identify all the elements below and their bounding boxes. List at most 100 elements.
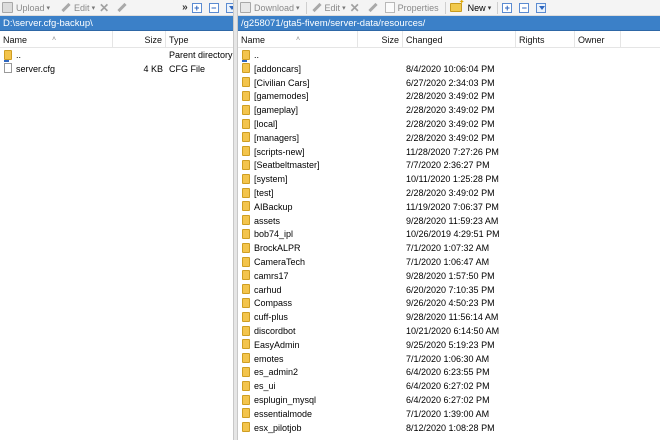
file-name: [managers] [254,132,300,143]
rename-icon [367,2,378,13]
list-item[interactable]: Compass 9/26/2020 4:50:23 PM [238,296,660,310]
column-header-owner[interactable]: Owner [575,31,621,48]
file-name-cell: CameraTech [242,255,357,269]
list-item[interactable]: camrs17 9/28/2020 1:57:50 PM [238,269,660,283]
remote-collapse-button[interactable]: − [519,2,532,13]
properties-button[interactable]: Properties [384,2,439,13]
new-button[interactable]: New ▾ [449,0,491,13]
folder-icon [242,339,250,350]
list-item[interactable]: [Civilian Cars] 6/27/2020 2:34:03 PM [238,76,660,90]
list-item[interactable]: esplugin_mysql 6/4/2020 6:27:02 PM [238,393,660,407]
list-item[interactable]: CameraTech 7/1/2020 1:06:47 AM [238,255,660,269]
list-item[interactable]: discordbot 10/21/2020 6:14:50 AM [238,324,660,338]
list-item[interactable]: [local] 2/28/2020 3:49:02 PM [238,117,660,131]
list-item[interactable]: [gameplay] 2/28/2020 3:49:02 PM [238,103,660,117]
file-name-cell: [Civilian Cars] [242,76,357,90]
download-button[interactable]: Download ▾ [240,2,300,13]
list-item[interactable]: BrockALPR 7/1/2020 1:07:32 AM [238,241,660,255]
local-edit-button[interactable]: Edit ▾ [60,2,95,13]
file-name: Compass [254,298,293,309]
folder-icon [242,132,250,143]
file-changed: 6/4/2020 6:23:55 PM [406,367,490,378]
list-item[interactable]: [scripts-new] 11/28/2020 7:27:26 PM [238,145,660,159]
up-folder-icon [242,49,250,62]
file-name: [Seatbeltmaster] [254,160,320,171]
list-item[interactable]: AIBackup 11/19/2020 7:06:37 PM [238,200,660,214]
column-header-size[interactable]: Size [358,31,403,48]
properties-label: Properties [397,2,439,13]
delete-icon: ✕ [349,0,360,15]
edit-icon [60,2,71,13]
column-header-type[interactable]: Type [166,31,233,48]
list-item[interactable]: .. [238,48,660,62]
column-size-label: Size [381,35,399,45]
minus-icon: − [519,2,530,13]
file-name: [gameplay] [254,105,299,116]
file-changed: 2/28/2020 3:49:02 PM [406,132,495,143]
local-filter-button[interactable] [225,2,233,13]
remote-expand-button[interactable]: + [502,2,515,13]
upload-label: Upload [16,2,45,13]
list-item[interactable]: server.cfg 4 KB CFG File [0,62,233,76]
list-item[interactable]: [test] 2/28/2020 3:49:02 PM [238,186,660,200]
file-changed: 2/28/2020 3:49:02 PM [406,187,495,198]
list-item[interactable]: esx_pilotjob 8/12/2020 1:08:28 PM [238,421,660,435]
chevron-down-icon: ▾ [91,4,96,12]
list-item[interactable]: es_ui 6/4/2020 6:27:02 PM [238,379,660,393]
file-changed: 2/28/2020 3:49:02 PM [406,91,495,102]
list-item[interactable]: es_admin2 6/4/2020 6:23:55 PM [238,365,660,379]
file-name-cell: es_ui [242,379,357,393]
file-name: es_ui [254,381,276,392]
file-icon [4,63,12,74]
local-pane: Upload ▾ Edit ▾ ✕ » + − D:\server.cfg-ba… [0,0,233,440]
file-changed: 9/25/2020 5:19:23 PM [406,339,495,350]
file-changed: 10/26/2019 4:29:51 PM [406,229,500,240]
file-name: .. [254,50,260,60]
file-name: CameraTech [254,256,306,267]
list-item[interactable]: [Seatbeltmaster] 7/7/2020 2:36:27 PM [238,158,660,172]
remote-path-bar[interactable]: /g258071/gta5-fivem/server-data/resource… [238,16,660,31]
list-item[interactable]: [system] 10/11/2020 1:25:28 PM [238,172,660,186]
folder-icon [242,353,250,364]
list-item[interactable]: [addoncars] 8/4/2020 10:06:04 PM [238,62,660,76]
column-size-label: Size [144,35,162,45]
column-header-name[interactable]: Name ˄ [238,31,358,48]
overflow-chevron-icon: » [182,2,188,13]
remote-filter-button[interactable] [536,2,549,13]
column-header-rights[interactable]: Rights [516,31,575,48]
local-path-bar[interactable]: D:\server.cfg-backup\ [0,16,233,31]
folder-icon [242,173,250,184]
remote-rename-button[interactable] [367,2,381,13]
file-name: [addoncars] [254,63,302,74]
folder-icon [242,422,250,433]
list-item[interactable]: [managers] 2/28/2020 3:49:02 PM [238,131,660,145]
remote-delete-button[interactable]: ✕ [349,0,363,15]
list-item[interactable]: .. Parent directory [0,48,233,62]
file-size [113,48,163,62]
list-item[interactable]: cuff-plus 9/28/2020 11:56:14 AM [238,310,660,324]
upload-button[interactable]: Upload ▾ [2,2,50,13]
column-changed-label: Changed [406,35,443,45]
filter-icon [225,2,233,13]
column-header-name[interactable]: Name ˄ [0,31,113,48]
list-item[interactable]: assets 9/28/2020 11:59:23 AM [238,214,660,228]
list-item[interactable]: bob74_ipl 10/26/2019 4:29:51 PM [238,227,660,241]
file-name-cell: [system] [242,172,357,186]
local-more-button[interactable]: » [182,2,188,13]
local-new-button[interactable]: + [191,2,205,13]
folder-icon [242,408,250,419]
column-header-changed[interactable]: Changed [403,31,516,48]
list-item[interactable]: carhud 6/20/2020 7:10:35 PM [238,283,660,297]
local-rename-button[interactable] [116,2,130,13]
folder-icon [242,91,250,102]
list-item[interactable]: EasyAdmin 9/25/2020 5:19:23 PM [238,338,660,352]
local-collapse-button[interactable]: − [208,2,222,13]
folder-icon [242,160,250,170]
local-delete-button[interactable]: ✕ [99,2,112,14]
file-changed: 7/1/2020 1:07:32 AM [406,243,490,254]
list-item[interactable]: emotes 7/1/2020 1:06:30 AM [238,352,660,366]
remote-edit-button[interactable]: Edit ▾ [311,2,346,13]
column-header-size[interactable]: Size [113,31,166,48]
list-item[interactable]: essentialmode 7/1/2020 1:39:00 AM [238,407,660,421]
list-item[interactable]: [gamemodes] 2/28/2020 3:49:02 PM [238,89,660,103]
